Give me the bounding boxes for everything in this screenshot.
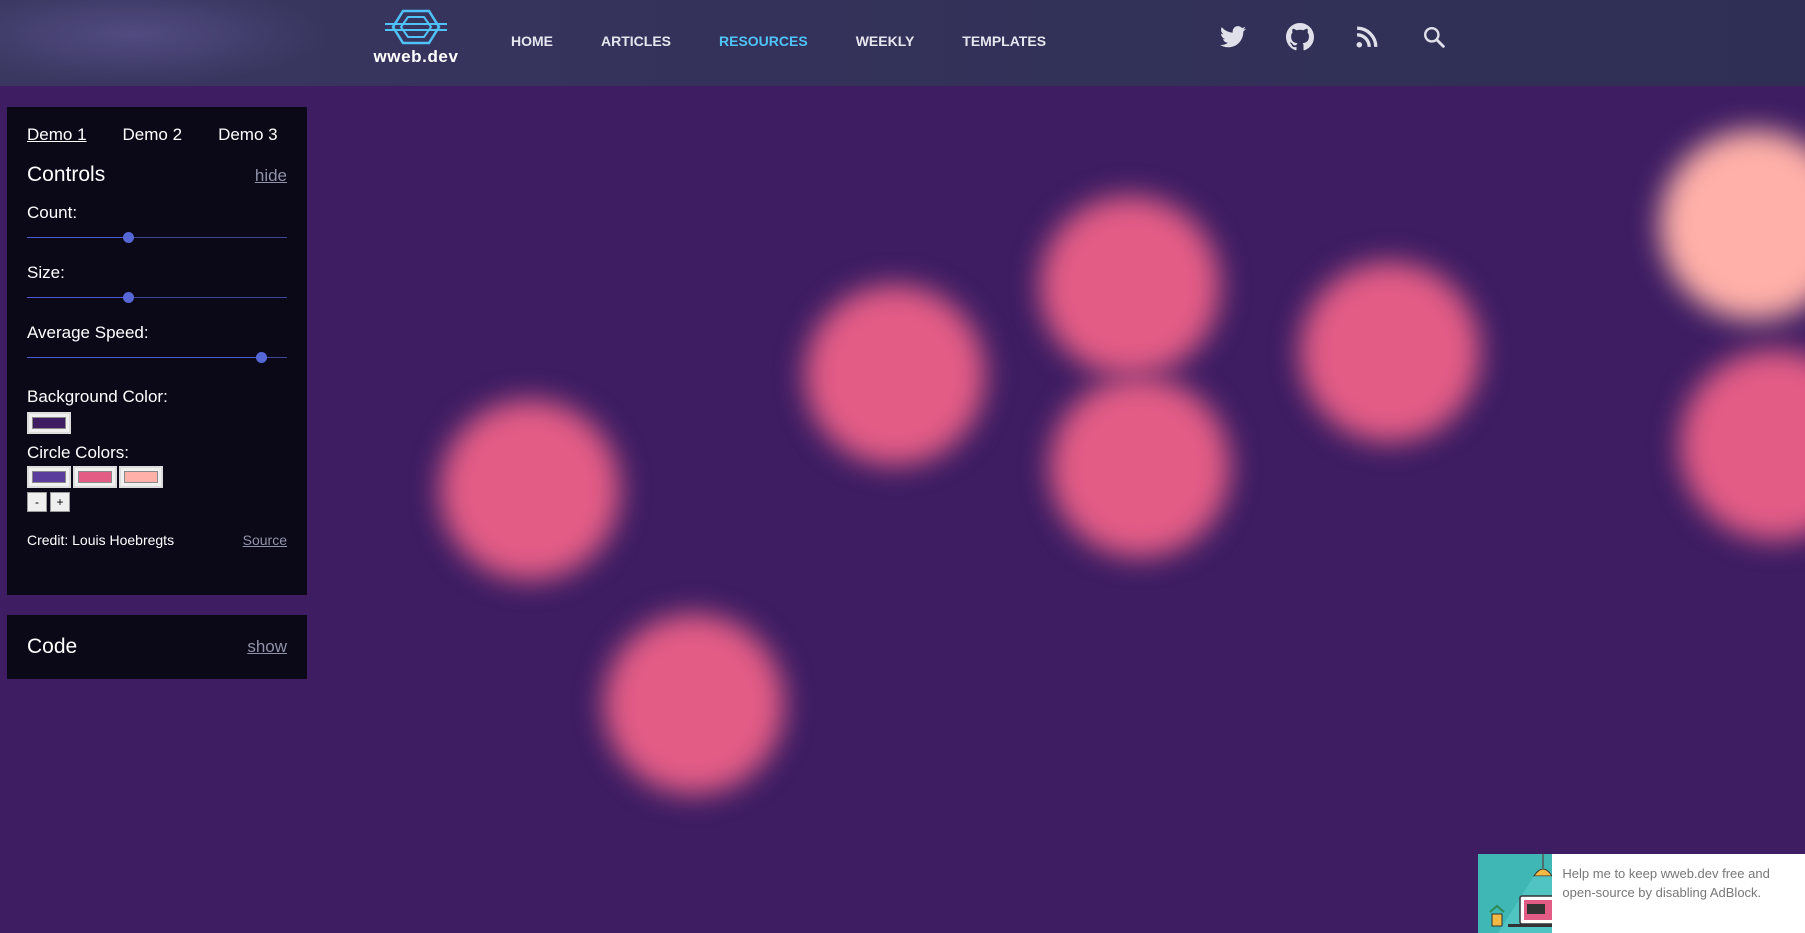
tab-demo-3[interactable]: Demo 3	[218, 125, 278, 145]
count-label: Count:	[27, 203, 78, 222]
bokeh-circle	[604, 614, 784, 794]
adblock-notice[interactable]: Help me to keep wweb.dev free and open-s…	[1478, 854, 1805, 933]
circle-color-picker-2[interactable]	[73, 466, 117, 488]
social-links	[1218, 22, 1486, 52]
bokeh-circle	[1660, 130, 1805, 320]
nav-templates[interactable]: TEMPLATES	[962, 33, 1046, 49]
adblock-message: Help me to keep wweb.dev free and open-s…	[1562, 866, 1770, 900]
bokeh-circle	[1680, 350, 1805, 540]
credit-text: Credit: Louis Hoebregts	[27, 532, 175, 548]
site-logo[interactable]: wweb.dev	[366, 8, 466, 72]
background-color-label: Background Color:	[27, 387, 168, 406]
circle-color-picker-3[interactable]	[119, 466, 163, 488]
bokeh-circle	[1300, 262, 1480, 442]
demo-tabs: Demo 1 Demo 2 Demo 3	[27, 125, 287, 145]
count-slider[interactable]	[27, 229, 287, 247]
controls-title: Controls	[27, 163, 106, 186]
bokeh-circle	[440, 400, 620, 580]
nav-articles[interactable]: ARTICLES	[601, 33, 671, 49]
github-icon[interactable]	[1285, 22, 1315, 52]
circle-colors-label: Circle Colors:	[27, 443, 130, 462]
logo-text: wweb.dev	[373, 47, 459, 66]
twitter-icon[interactable]	[1218, 22, 1248, 52]
code-panel: Code show	[7, 615, 307, 679]
hide-controls-link[interactable]: hide	[255, 166, 287, 186]
size-slider[interactable]	[27, 289, 287, 307]
header-glow	[0, 0, 330, 86]
circle-color-picker-1[interactable]	[27, 466, 71, 488]
circle-color-count-buttons: - +	[27, 492, 287, 512]
speed-slider[interactable]	[27, 349, 287, 367]
speed-label: Average Speed:	[27, 323, 149, 342]
credit-row: Credit: Louis Hoebregts Source	[27, 532, 287, 548]
site-header: wweb.dev HOME ARTICLES RESOURCES WEEKLY …	[0, 0, 1805, 86]
adblock-illustration	[1478, 854, 1553, 933]
nav-resources[interactable]: RESOURCES	[719, 33, 808, 49]
rss-icon[interactable]	[1352, 22, 1382, 52]
bokeh-circle	[1050, 377, 1230, 557]
logo-icon	[385, 9, 447, 45]
speed-slider-thumb[interactable]	[255, 352, 267, 363]
search-icon[interactable]	[1419, 22, 1449, 52]
tab-demo-2[interactable]: Demo 2	[123, 125, 183, 145]
main-nav: HOME ARTICLES RESOURCES WEEKLY TEMPLATES	[496, 0, 1070, 82]
count-slider-thumb[interactable]	[122, 232, 134, 243]
circle-color-swatches	[27, 466, 287, 488]
bokeh-circle	[805, 285, 985, 465]
tab-demo-1[interactable]: Demo 1	[27, 125, 87, 145]
controls-header: Controls hide	[27, 163, 287, 187]
code-title: Code	[27, 635, 78, 658]
controls-panel: Demo 1 Demo 2 Demo 3 Controls hide Count…	[7, 107, 307, 595]
background-color-swatches	[27, 412, 287, 434]
nav-weekly[interactable]: WEEKLY	[856, 33, 915, 49]
size-label: Size:	[27, 263, 65, 282]
size-slider-thumb[interactable]	[122, 292, 134, 303]
remove-color-button[interactable]: -	[27, 492, 47, 512]
show-code-link[interactable]: show	[247, 637, 287, 657]
background-color-picker[interactable]	[27, 412, 71, 434]
source-link[interactable]: Source	[243, 532, 287, 548]
bokeh-circle	[1040, 196, 1220, 376]
add-color-button[interactable]: +	[50, 492, 70, 512]
nav-home[interactable]: HOME	[511, 33, 553, 49]
